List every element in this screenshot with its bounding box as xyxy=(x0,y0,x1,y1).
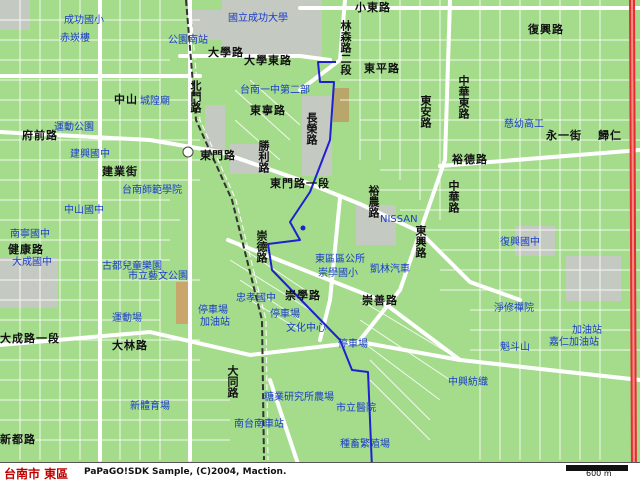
road-label-linsen: 林森路二段 xyxy=(339,20,352,75)
poi-zhongxing-textile[interactable]: 中興紡織 xyxy=(448,378,488,388)
road-label-chengde: 崇德路 xyxy=(255,230,268,263)
poi-sports-field[interactable]: 運動場 xyxy=(112,314,142,324)
road-label-yunong: 裕農路 xyxy=(367,185,380,218)
poi-fuxing-jh[interactable]: 復興國中 xyxy=(500,238,540,248)
poi-gas-station-1[interactable]: 加油站 xyxy=(200,318,230,328)
map-footer: 台南市 東區 PaPaGO!SDK Sample, (C)2004, Macti… xyxy=(0,462,640,480)
poi-city-god-temple[interactable]: 城隍廟 xyxy=(140,97,170,107)
region-label: 台南市 東區 xyxy=(4,467,69,480)
road-label-dalin: 大林路 xyxy=(112,339,148,352)
roundabout-marker xyxy=(182,146,194,158)
poi-livestock-farm[interactable]: 種畜繁殖場 xyxy=(340,440,390,450)
poi-gas-station-2[interactable]: 嘉仁加油站 xyxy=(549,338,599,348)
poi-nissan[interactable]: NISSAN xyxy=(380,215,418,225)
road-label-chongxue: 崇學路 xyxy=(285,289,321,302)
road-label-yongyi: 永一街 xyxy=(546,129,582,142)
poi-nanning-jh[interactable]: 南寧國中 xyxy=(10,230,50,240)
road-label-xindou: 新都路 xyxy=(0,433,36,446)
poi-tainan-first-hs[interactable]: 台南一中第二部 xyxy=(240,86,310,96)
road-label-dongping: 東平路 xyxy=(364,62,400,75)
poi-east-district-office[interactable]: 東區區公所 xyxy=(315,255,365,265)
road-label-chongshan: 崇善路 xyxy=(362,294,398,307)
road-label-beimen: 北門路 xyxy=(189,80,202,113)
poi-sugar-research-farm[interactable]: 糖業研究所農場 xyxy=(264,393,334,403)
road-label-zhongshan: 中山 xyxy=(114,93,138,106)
poi-parking-1[interactable]: 停車場 xyxy=(198,306,228,316)
road-label-guiren: 歸仁 xyxy=(598,129,622,142)
road-label-jiankang: 健康路 xyxy=(8,243,44,256)
road-label-xiaodong: 小東路 xyxy=(355,1,391,14)
poi-dacheng-jh[interactable]: 大成國中 xyxy=(12,258,52,268)
poi-chongxue-es[interactable]: 崇學國小 xyxy=(318,269,358,279)
poi-chihkan-tower[interactable]: 赤崁樓 xyxy=(60,34,90,44)
poi-jianxing-jh[interactable]: 建興國中 xyxy=(70,150,110,160)
poi-zhongxiao-jh[interactable]: 忠孝國中 xyxy=(236,294,276,304)
poi-zhongshan-jh[interactable]: 中山國中 xyxy=(64,206,104,216)
map-view[interactable]: 小東路 復興路 大學東路 大學路 東平路 東寧路 府前路 東門路 東門路一段 中… xyxy=(0,0,640,480)
poi-chenggong-university[interactable]: 國立成功大學 xyxy=(228,14,288,24)
road-label-dongning: 東寧路 xyxy=(250,104,286,117)
poi-parking-2[interactable]: 停車場 xyxy=(270,310,300,320)
road-label-qianfeng: 府前路 xyxy=(22,129,58,142)
road-label-daxue-e: 大學東路 xyxy=(244,54,292,67)
road-label-fuxing: 復興路 xyxy=(528,23,564,36)
road-label-dacheng: 大成路一段 xyxy=(0,332,60,345)
road-label-jianye: 建業街 xyxy=(102,165,138,178)
poi-art-park[interactable]: 市立藝文公園 xyxy=(128,272,188,282)
poi-chenggong-es[interactable]: 成功國小 xyxy=(64,16,104,26)
credit-label: PaPaGO!SDK Sample, (C)2004, Maction. xyxy=(84,467,287,477)
poi-kuei-shan[interactable]: 魁斗山 xyxy=(500,343,530,353)
poi-ciyou-vocational[interactable]: 慈幼高工 xyxy=(504,120,544,130)
road-label-changrong: 長榮路 xyxy=(305,112,318,145)
poi-stadium[interactable]: 新體育場 xyxy=(130,402,170,412)
poi-jingxiu-temple[interactable]: 淨修禪院 xyxy=(494,304,534,314)
road-label-dongmen-w: 東門路 xyxy=(200,149,236,162)
poi-sports-park[interactable]: 運動公園 xyxy=(54,123,94,133)
poi-kailin-motor[interactable]: 凱林汽車 xyxy=(370,265,410,275)
map-canvas xyxy=(0,0,640,480)
road-label-dongmen-east: 東興路 xyxy=(414,225,427,258)
poi-park-south-station[interactable]: 公園南站 xyxy=(168,36,208,46)
poi-nantai-south-station[interactable]: 南台南車站 xyxy=(234,420,284,430)
road-label-yude: 裕德路 xyxy=(452,153,488,166)
poi-culture-center[interactable]: 文化中心 xyxy=(286,324,326,334)
poi-teachers-college[interactable]: 台南師範學院 xyxy=(122,186,182,196)
poi-gas-station-3[interactable]: 加油站 xyxy=(572,326,602,336)
poi-city-hospital[interactable]: 市立醫院 xyxy=(336,404,376,414)
road-label-dongmen-1: 東門路一段 xyxy=(270,177,330,190)
scale-label: 600 m xyxy=(586,469,612,478)
poi-parking-3[interactable]: 停車場 xyxy=(338,340,368,350)
road-label-zhonghua-n: 中華東路 xyxy=(457,75,470,119)
road-label-dongan: 東安路 xyxy=(419,95,432,128)
road-label-daxue-w: 大學路 xyxy=(208,46,244,59)
road-label-datong: 大同路 xyxy=(226,365,239,398)
road-label-shengli: 勝利路 xyxy=(257,140,270,173)
road-label-zhonghua: 中華路 xyxy=(447,180,460,213)
